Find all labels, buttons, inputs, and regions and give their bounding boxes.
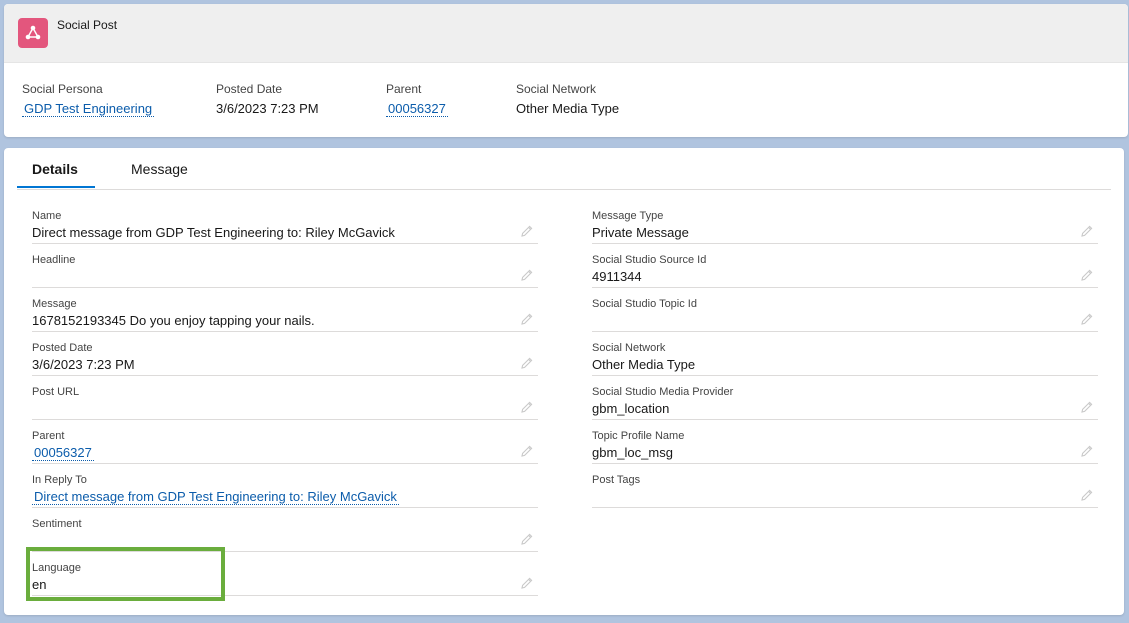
field-value: en bbox=[32, 577, 47, 592]
tab-message[interactable]: Message bbox=[131, 148, 188, 188]
field-value: Private Message bbox=[592, 225, 689, 240]
pencil-edit-icon[interactable] bbox=[520, 576, 534, 590]
highlight-label: Posted Date bbox=[216, 82, 283, 96]
field-in-reply-to: In Reply To Direct message from GDP Test … bbox=[32, 464, 538, 508]
field-topic-profile-name: Topic Profile Name gbm_loc_msg bbox=[592, 420, 1098, 464]
tab-bar: Details Message bbox=[17, 148, 1111, 190]
highlight-posted-date: Posted Date 3/6/2023 7:23 PM bbox=[216, 83, 319, 117]
field-label: Post URL bbox=[32, 386, 80, 398]
field-label: Language bbox=[32, 562, 81, 574]
pencil-edit-icon[interactable] bbox=[1080, 444, 1094, 458]
highlights-panel: Social Persona GDP Test Engineering Post… bbox=[4, 83, 1128, 123]
pencil-edit-icon[interactable] bbox=[520, 312, 534, 326]
pencil-edit-icon[interactable] bbox=[1080, 400, 1094, 414]
field-value: 1678152193345 Do you enjoy tapping your … bbox=[32, 313, 315, 328]
field-social-studio-topic-id: Social Studio Topic Id bbox=[592, 288, 1098, 332]
pencil-edit-icon[interactable] bbox=[520, 224, 534, 238]
details-right-column: Message Type Private Message Social Studio… bbox=[592, 200, 1098, 508]
field-social-network: Social Network Other Media Type bbox=[592, 332, 1098, 376]
highlight-label: Social Network bbox=[516, 82, 597, 96]
details-card: Details Message Name Direct message from … bbox=[4, 148, 1124, 615]
field-social-studio-source-id: Social Studio Source Id 4911344 bbox=[592, 244, 1098, 288]
field-label: Social Studio Topic Id bbox=[592, 298, 697, 310]
field-label: In Reply To bbox=[32, 474, 87, 486]
record-type-label: Social Post bbox=[57, 18, 118, 32]
highlight-value: 3/6/2023 7:23 PM bbox=[216, 101, 319, 116]
field-post-tags: Post Tags bbox=[592, 464, 1098, 508]
pencil-edit-icon[interactable] bbox=[520, 400, 534, 414]
in-reply-to-link[interactable]: Direct message from GDP Test Engineering… bbox=[32, 489, 399, 505]
highlight-value: Other Media Type bbox=[516, 101, 620, 116]
highlight-value: 00056327 bbox=[386, 101, 448, 117]
field-value: 3/6/2023 7:23 PM bbox=[32, 357, 135, 372]
field-label: Headline bbox=[32, 254, 76, 266]
pencil-edit-icon[interactable] bbox=[1080, 268, 1094, 282]
field-label: Social Network bbox=[592, 342, 666, 354]
record-page: Social Post Social Persona GDP Test Engi… bbox=[0, 0, 1129, 623]
highlight-label: Parent bbox=[386, 82, 422, 96]
field-value: 00056327 bbox=[32, 445, 94, 461]
pencil-edit-icon[interactable] bbox=[1080, 224, 1094, 238]
field-value: gbm_location bbox=[592, 401, 670, 416]
field-headline: Headline bbox=[32, 244, 538, 288]
tab-details[interactable]: Details bbox=[17, 148, 95, 188]
details-left-column: Name Direct message from GDP Test Enginee… bbox=[32, 200, 538, 596]
field-label: Post Tags bbox=[592, 474, 641, 486]
field-value: Direct message from GDP Test Engineering… bbox=[32, 489, 399, 505]
field-parent: Parent 00056327 bbox=[32, 420, 538, 464]
pencil-edit-icon[interactable] bbox=[520, 268, 534, 282]
field-language: Language en bbox=[32, 552, 538, 596]
field-label: Posted Date bbox=[32, 342, 93, 354]
field-label: Message Type bbox=[592, 210, 664, 222]
field-posted-date: Posted Date 3/6/2023 7:23 PM bbox=[32, 332, 538, 376]
highlight-social-persona: Social Persona GDP Test Engineering bbox=[22, 82, 155, 117]
field-label: Sentiment bbox=[32, 518, 82, 530]
pencil-edit-icon[interactable] bbox=[1080, 488, 1094, 502]
pencil-edit-icon[interactable] bbox=[1080, 312, 1094, 326]
field-message-type: Message Type Private Message bbox=[592, 200, 1098, 244]
field-label: Topic Profile Name bbox=[592, 430, 685, 442]
field-label: Name bbox=[32, 210, 62, 222]
field-label: Social Studio Media Provider bbox=[592, 386, 734, 398]
parent-link[interactable]: 00056327 bbox=[32, 445, 94, 461]
field-message: Message 1678152193345 Do you enjoy tappin… bbox=[32, 288, 538, 332]
field-value: 4911344 bbox=[592, 269, 642, 284]
pencil-edit-icon[interactable] bbox=[520, 532, 534, 546]
parent-link[interactable]: 00056327 bbox=[386, 101, 448, 117]
field-name: Name Direct message from GDP Test Enginee… bbox=[32, 200, 538, 244]
social-post-icon bbox=[18, 18, 48, 48]
highlight-label: Social Persona bbox=[22, 82, 103, 96]
pencil-edit-icon[interactable] bbox=[520, 356, 534, 370]
field-social-studio-media-provider: Social Studio Media Provider gbm_location bbox=[592, 376, 1098, 420]
social-persona-link[interactable]: GDP Test Engineering bbox=[22, 101, 155, 117]
field-label: Parent bbox=[32, 430, 65, 442]
field-value: Direct message from GDP Test Engineering… bbox=[32, 225, 395, 240]
field-value: gbm_loc_msg bbox=[592, 445, 673, 460]
field-post-url: Post URL bbox=[32, 376, 538, 420]
record-header: Social Post Social Persona GDP Test Engi… bbox=[4, 4, 1128, 137]
highlight-value: GDP Test Engineering bbox=[22, 101, 155, 117]
header-title-bar: Social Post bbox=[4, 4, 1128, 63]
pencil-edit-icon[interactable] bbox=[520, 444, 534, 458]
highlight-parent: Parent 00056327 bbox=[386, 83, 448, 117]
field-label: Message bbox=[32, 298, 77, 310]
field-value: Other Media Type bbox=[592, 357, 696, 372]
highlight-social-network: Social Network Other Media Type bbox=[516, 83, 619, 117]
field-sentiment: Sentiment bbox=[32, 508, 538, 552]
field-label: Social Studio Source Id bbox=[592, 254, 707, 266]
